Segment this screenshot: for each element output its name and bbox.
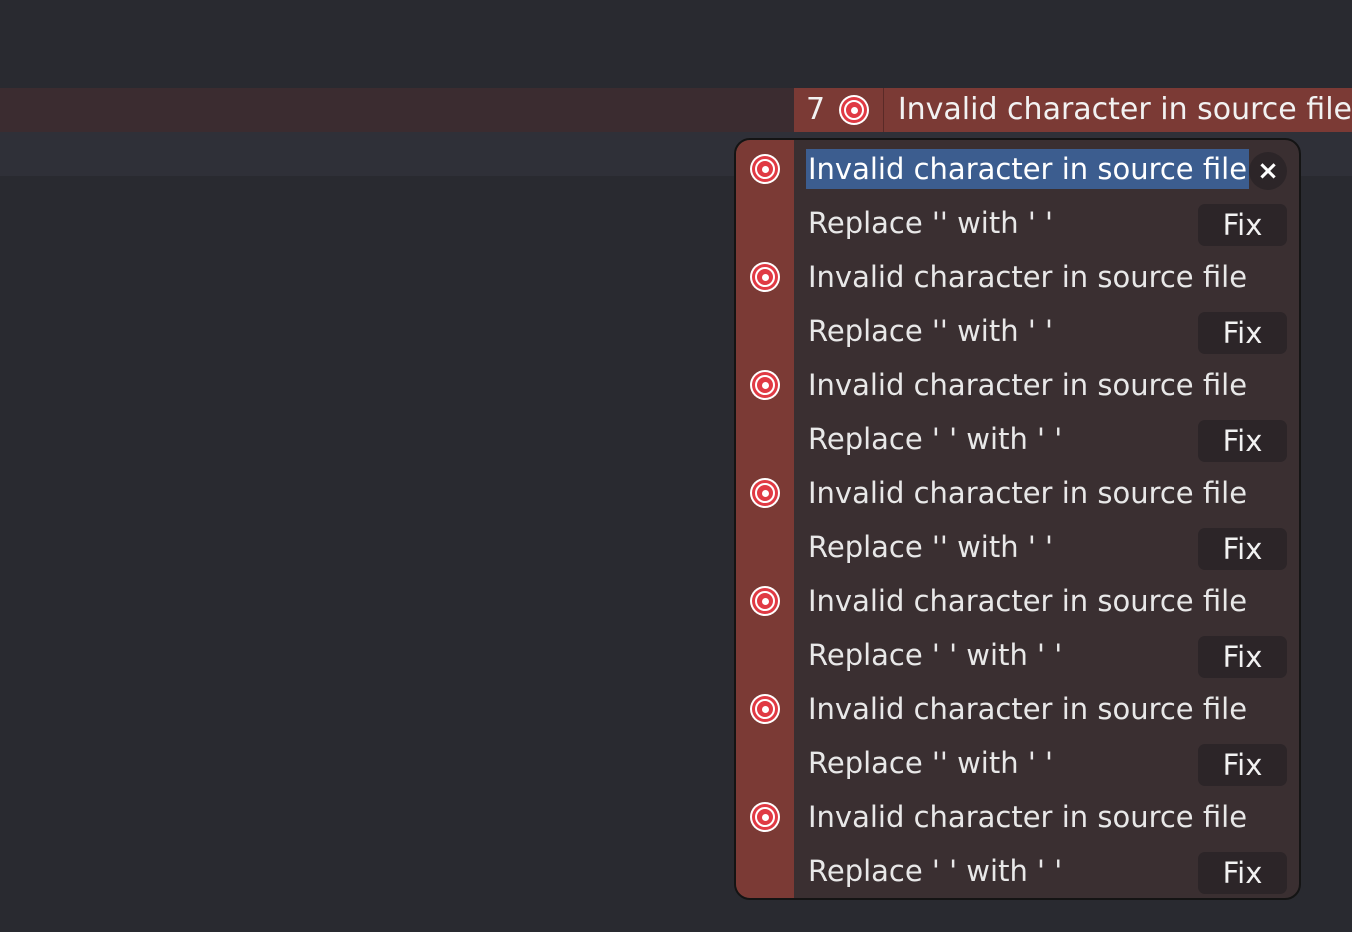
error-circle-icon	[839, 95, 870, 125]
issues-list: Invalid character in source file × Replace…	[736, 142, 1299, 898]
issue-banner[interactable]: 7 Invalid character in source file	[794, 88, 1352, 132]
issue-error-message[interactable]: Invalid character in source file	[794, 257, 1247, 297]
code-editor: 7 Invalid character in source file Inval…	[0, 0, 1352, 932]
error-circle-icon	[750, 370, 780, 400]
issue-error-row[interactable]: Invalid character in source file	[736, 250, 1299, 304]
issue-error-message[interactable]: Invalid character in source file	[794, 581, 1247, 621]
fix-button[interactable]: Fix	[1198, 528, 1287, 570]
fix-description: Replace '' with ' '	[808, 314, 1053, 348]
fix-description: Replace ' ' with ' '	[808, 854, 1063, 888]
issue-error-message[interactable]: Invalid character in source file	[806, 149, 1250, 189]
issue-error-message[interactable]: Invalid character in source file	[794, 689, 1247, 729]
issue-error-row[interactable]: Invalid character in source file ×	[736, 142, 1299, 196]
issue-fix-row: Replace ' ' with ' ' Fix	[736, 412, 1299, 466]
issue-error-message[interactable]: Invalid character in source file	[794, 473, 1247, 513]
fix-button[interactable]: Fix	[1198, 852, 1287, 894]
issue-error-row[interactable]: Invalid character in source file	[736, 358, 1299, 412]
issue-fix-row: Replace '' with ' ' Fix	[736, 736, 1299, 790]
fix-description: Replace ' ' with ' '	[808, 422, 1063, 456]
issue-count: 7	[806, 92, 826, 127]
issue-error-row[interactable]: Invalid character in source file	[736, 682, 1299, 736]
issue-fix-row: Replace ' ' with ' ' Fix	[736, 628, 1299, 682]
close-icon[interactable]: ×	[1249, 152, 1287, 190]
issue-fix-row: Replace '' with ' ' Fix	[736, 520, 1299, 574]
fix-button[interactable]: Fix	[1198, 312, 1287, 354]
issue-error-message[interactable]: Invalid character in source file	[794, 797, 1247, 837]
fix-button[interactable]: Fix	[1198, 636, 1287, 678]
fix-description: Replace '' with ' '	[808, 530, 1053, 564]
issue-error-message[interactable]: Invalid character in source file	[794, 365, 1247, 405]
fix-description: Replace '' with ' '	[808, 206, 1053, 240]
error-circle-icon	[750, 802, 780, 832]
issue-fix-row: Replace '' with ' ' Fix	[736, 304, 1299, 358]
fix-button[interactable]: Fix	[1198, 204, 1287, 246]
error-circle-icon	[750, 478, 780, 508]
error-circle-icon	[750, 694, 780, 724]
error-circle-icon	[750, 586, 780, 616]
error-circle-icon	[750, 154, 780, 184]
issue-error-row[interactable]: Invalid character in source file	[736, 574, 1299, 628]
fix-description: Replace '' with ' '	[808, 746, 1053, 780]
issue-error-row[interactable]: Invalid character in source file	[736, 790, 1299, 844]
issue-fix-row: Replace ' ' with ' ' Fix	[736, 844, 1299, 898]
issues-popover: Invalid character in source file × Replace…	[734, 138, 1301, 900]
fix-button[interactable]: Fix	[1198, 744, 1287, 786]
issue-fix-row: Replace '' with ' ' Fix	[736, 196, 1299, 250]
fix-button[interactable]: Fix	[1198, 420, 1287, 462]
fix-description: Replace ' ' with ' '	[808, 638, 1063, 672]
banner-error-message: Invalid character in source file	[897, 92, 1352, 127]
error-circle-icon	[750, 262, 780, 292]
issue-error-row[interactable]: Invalid character in source file	[736, 466, 1299, 520]
issue-count-area[interactable]: 7	[794, 88, 884, 132]
